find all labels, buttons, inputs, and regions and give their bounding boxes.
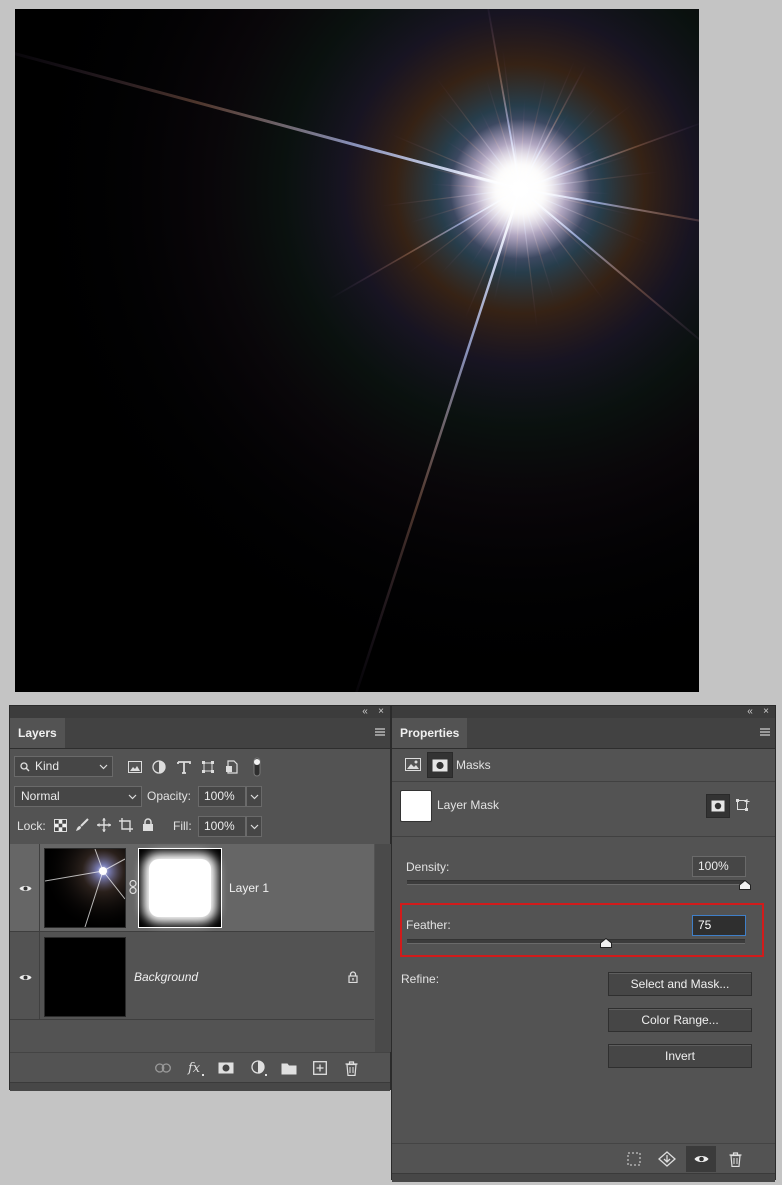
lock-icon	[348, 971, 358, 983]
panel-menu-icon[interactable]	[374, 726, 386, 738]
disable-enable-mask-eye-icon[interactable]	[686, 1146, 716, 1172]
select-pixel-mask-icon[interactable]	[706, 794, 730, 818]
opacity-dropdown-button[interactable]	[246, 786, 262, 807]
delete-mask-trash-icon[interactable]	[725, 1149, 745, 1169]
refine-label: Refine:	[401, 972, 440, 986]
layers-scrollbar[interactable]	[375, 844, 391, 1052]
density-slider-thumb[interactable]	[739, 880, 751, 890]
new-layer-icon[interactable]	[310, 1059, 330, 1077]
filter-type-icon[interactable]	[175, 758, 193, 776]
pixel-layer-properties-icon[interactable]	[403, 755, 423, 773]
mask-feathered-white-area	[149, 859, 211, 917]
chevron-down-icon	[250, 824, 258, 830]
fill-label: Fill:	[173, 819, 192, 833]
invert-button[interactable]: Invert	[608, 1044, 752, 1068]
svg-text:fx: fx	[187, 1061, 201, 1076]
filter-adjustment-icon[interactable]	[150, 758, 168, 776]
mask-link-icon[interactable]	[129, 880, 137, 896]
filter-pixel-icon[interactable]	[126, 758, 144, 776]
opacity-input[interactable]: 100%	[198, 786, 246, 807]
add-vector-mask-icon[interactable]	[732, 795, 752, 815]
layer-mask-thumbnail[interactable]	[138, 848, 222, 928]
panel-menu-icon[interactable]	[759, 726, 771, 738]
visibility-toggle[interactable]	[10, 932, 40, 1019]
blend-mode-dropdown[interactable]: Normal	[14, 786, 142, 807]
collapse-panels-icon[interactable]: «	[358, 706, 372, 718]
lock-image-pixels-icon[interactable]	[74, 817, 90, 833]
feather-highlight-annotation	[400, 903, 764, 957]
layer-row-background[interactable]: Background	[10, 932, 374, 1020]
new-group-folder-icon[interactable]	[279, 1059, 299, 1077]
panel-resize-grip[interactable]	[392, 1173, 775, 1182]
background-thumbnail[interactable]	[44, 937, 126, 1017]
fill-dropdown-button[interactable]	[246, 816, 262, 837]
density-label: Density:	[406, 860, 450, 874]
search-icon	[20, 762, 30, 772]
lock-all-icon[interactable]	[140, 817, 156, 833]
delete-layer-trash-icon[interactable]	[341, 1058, 361, 1078]
density-slider-track[interactable]	[407, 880, 745, 885]
masks-header-label: Masks	[456, 758, 491, 772]
filter-smart-object-icon[interactable]	[223, 758, 241, 776]
panel-dock-bar: « ×	[392, 706, 775, 718]
panel-resize-grip[interactable]	[10, 1082, 390, 1091]
lock-label: Lock:	[17, 819, 46, 833]
filter-shape-icon[interactable]	[199, 758, 217, 776]
apply-mask-icon[interactable]	[656, 1149, 678, 1169]
layer-1-thumbnail[interactable]	[44, 848, 126, 928]
blend-mode-value: Normal	[21, 789, 60, 803]
eye-icon	[19, 975, 32, 980]
lock-transparent-pixels-icon[interactable]	[52, 817, 68, 833]
chevron-down-icon	[99, 764, 108, 770]
close-panel-icon[interactable]: ×	[374, 706, 388, 718]
collapse-panels-icon[interactable]: «	[743, 706, 757, 718]
add-mask-icon[interactable]	[216, 1059, 236, 1077]
layers-tabstrip: Layers	[10, 718, 390, 749]
lock-position-icon[interactable]	[96, 817, 112, 833]
layer-style-fx-icon[interactable]: fx	[185, 1058, 207, 1078]
chevron-down-icon	[128, 794, 137, 800]
layer-mask-label: Layer Mask	[437, 798, 500, 812]
tab-properties[interactable]: Properties	[392, 718, 468, 748]
fill-input[interactable]: 100%	[198, 816, 246, 837]
close-panel-icon[interactable]: ×	[759, 706, 773, 718]
tab-layers[interactable]: Layers	[10, 718, 65, 748]
panel-dock-bar: « ×	[10, 706, 390, 718]
chevron-down-icon	[250, 794, 258, 800]
layer-name[interactable]: Background	[134, 970, 198, 984]
properties-panel: « × Properties Masks Layer Mask Density:…	[391, 705, 776, 1182]
divider	[392, 836, 775, 837]
layers-bottom-toolbar: fx	[10, 1052, 390, 1083]
starburst-thumbnail-image	[45, 849, 125, 927]
layer-row-layer-1[interactable]: Layer 1	[10, 844, 374, 932]
select-and-mask-button[interactable]: Select and Mask...	[608, 972, 752, 996]
new-adjustment-layer-icon[interactable]	[248, 1058, 270, 1078]
properties-bottom-toolbar	[392, 1143, 775, 1174]
eye-icon	[19, 886, 32, 891]
layers-panel: « × Layers Kind Normal Opacity: 100% Loc…	[9, 705, 391, 1091]
starburst-image	[15, 9, 699, 692]
visibility-toggle[interactable]	[10, 844, 40, 931]
color-range-button[interactable]: Color Range...	[608, 1008, 752, 1032]
link-layers-icon[interactable]	[153, 1059, 173, 1077]
document-canvas[interactable]	[15, 9, 699, 692]
properties-tabstrip: Properties	[392, 718, 775, 749]
opacity-label: Opacity:	[147, 789, 192, 803]
filter-toggle-icon[interactable]	[250, 756, 264, 778]
density-input[interactable]: 100%	[692, 856, 746, 877]
layer-mask-preview-thumbnail	[400, 790, 432, 822]
mask-properties-icon[interactable]	[427, 752, 453, 778]
lock-artboard-icon[interactable]	[118, 817, 134, 833]
load-selection-from-mask-icon[interactable]	[624, 1149, 644, 1169]
layer-name[interactable]: Layer 1	[229, 881, 269, 895]
layer-filter-kind-dropdown[interactable]: Kind	[14, 756, 113, 777]
filter-kind-label: Kind	[35, 759, 60, 773]
divider	[392, 781, 775, 782]
